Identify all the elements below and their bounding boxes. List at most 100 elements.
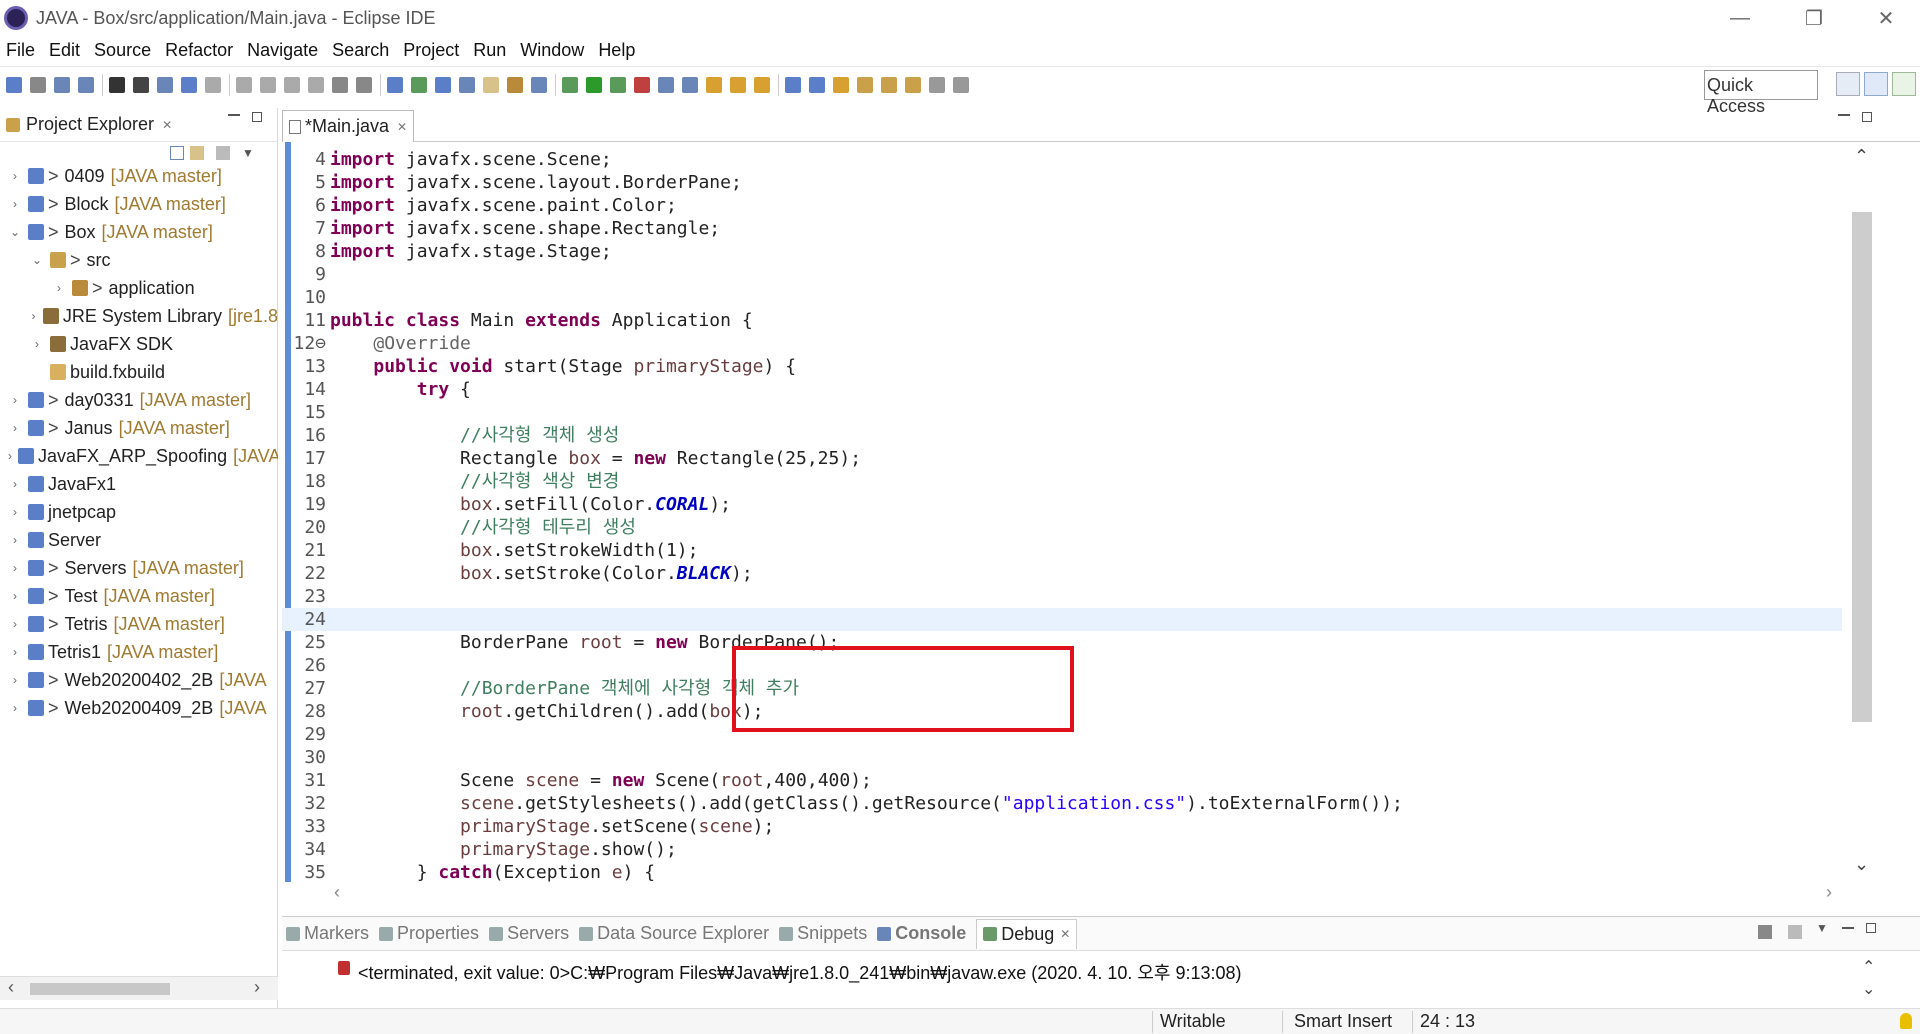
code-line[interactable]: 11 public class Main extends Application …: [282, 309, 1842, 332]
toolbar-button-icon[interactable]: [284, 76, 300, 93]
toolbar-button-icon[interactable]: [658, 76, 674, 93]
tree-item-javafx1[interactable]: › JavaFx1: [0, 470, 278, 498]
code-line[interactable]: 18 //사각형 색상 변경: [282, 470, 1842, 493]
code-line[interactable]: 4 import javafx.scene.Scene;: [282, 148, 1842, 171]
code-line[interactable]: 20 //사각형 테두리 생성: [282, 516, 1842, 539]
collapse-arrow-icon[interactable]: ›: [8, 393, 22, 407]
code-line[interactable]: 31 Scene scene = new Scene(root,400,400)…: [282, 769, 1842, 792]
close-icon[interactable]: ✕: [397, 120, 407, 134]
menu-search[interactable]: Search: [332, 40, 389, 61]
toolbar-button-icon[interactable]: [754, 76, 770, 93]
link-with-editor-icon[interactable]: [190, 146, 204, 160]
tab-snippets[interactable]: Snippets: [779, 923, 867, 944]
code-line[interactable]: 5 import javafx.scene.layout.BorderPane;: [282, 171, 1842, 194]
collapse-all-icon[interactable]: [170, 146, 184, 160]
minimize-view-icon[interactable]: [228, 114, 240, 116]
tree-item-jnetpcap[interactable]: › jnetpcap: [0, 498, 278, 526]
toolbar-button-icon[interactable]: [459, 76, 475, 93]
collapse-arrow-icon[interactable]: ›: [8, 197, 22, 211]
toolbar-button-icon[interactable]: [157, 76, 173, 93]
toolbar-button-icon[interactable]: [905, 76, 921, 93]
collapse-arrow-icon[interactable]: ›: [8, 617, 22, 631]
scroll-left-icon[interactable]: ‹: [334, 882, 340, 903]
minimize-view-icon[interactable]: [1842, 927, 1854, 929]
explorer-horizontal-scrollbar[interactable]: ‹ ›: [0, 976, 278, 1000]
close-icon[interactable]: ✕: [162, 118, 172, 132]
expand-arrow-icon[interactable]: ⌄: [30, 253, 44, 267]
menu-project[interactable]: Project: [403, 40, 459, 61]
menu-source[interactable]: Source: [94, 40, 151, 61]
collapse-arrow-icon[interactable]: ›: [8, 169, 22, 183]
code-line[interactable]: 33 primaryStage.setScene(scene);: [282, 815, 1842, 838]
toolbar-button-icon[interactable]: [857, 76, 873, 93]
toolbar-button-icon[interactable]: [634, 76, 650, 93]
java-perspective-icon[interactable]: [1864, 72, 1888, 96]
scroll-up-icon[interactable]: ⌃: [1862, 957, 1875, 977]
lightbulb-icon[interactable]: [1900, 1013, 1912, 1029]
code-editor[interactable]: 4 import javafx.scene.Scene; 5 import javaf…: [282, 142, 1892, 882]
code-line[interactable]: 16 //사각형 객체 생성: [282, 424, 1842, 447]
scrollbar-thumb[interactable]: [1852, 212, 1872, 722]
tree-item-server[interactable]: › Server: [0, 526, 278, 554]
tree-item-day0331[interactable]: › > day0331 [JAVA master]: [0, 386, 278, 414]
toolbar-button-icon[interactable]: [435, 76, 451, 93]
code-line[interactable]: 6 import javafx.scene.paint.Color;: [282, 194, 1842, 217]
tree-item-src[interactable]: ⌄ > src: [0, 246, 278, 274]
open-perspective-icon[interactable]: [1836, 72, 1860, 96]
code-line[interactable]: 14 try {: [282, 378, 1842, 401]
code-line[interactable]: 7 import javafx.scene.shape.Rectangle;: [282, 217, 1842, 240]
toolbar-button-icon[interactable]: [308, 76, 324, 93]
tree-item-jre-system-library[interactable]: › JRE System Library [jre1.8: [0, 302, 278, 330]
toolbar-button-icon[interactable]: [133, 76, 149, 93]
code-line[interactable]: 9: [282, 263, 1842, 286]
code-line[interactable]: 23: [282, 585, 1842, 608]
tree-item-javafx-sdk[interactable]: › JavaFX SDK: [0, 330, 278, 358]
collapse-arrow-icon[interactable]: ›: [52, 281, 66, 295]
toolbar-button-icon[interactable]: [30, 76, 46, 93]
tree-item-servers[interactable]: › > Servers [JAVA master]: [0, 554, 278, 582]
tree-item-application[interactable]: › > application: [0, 274, 278, 302]
code-line[interactable]: 21 box.setStrokeWidth(1);: [282, 539, 1842, 562]
menu-navigate[interactable]: Navigate: [247, 40, 318, 61]
code-line[interactable]: 12⊖ @Override: [282, 332, 1842, 355]
tree-item-box[interactable]: ⌄ > Box [JAVA master]: [0, 218, 278, 246]
collapse-arrow-icon[interactable]: ›: [30, 337, 44, 351]
editor-horizontal-scrollbar[interactable]: ‹ ›: [282, 882, 1846, 908]
toolbar-button-icon[interactable]: [6, 76, 22, 93]
tab-markers[interactable]: Markers: [286, 923, 369, 944]
toolbar-button-icon[interactable]: [706, 76, 722, 93]
code-line[interactable]: 8 import javafx.stage.Stage;: [282, 240, 1842, 263]
code-line[interactable]: 10: [282, 286, 1842, 309]
toolbar-button-icon[interactable]: [531, 76, 547, 93]
expand-arrow-icon[interactable]: ⌄: [8, 225, 22, 239]
toolbar-button-icon[interactable]: [610, 76, 626, 93]
filter-icon[interactable]: [216, 146, 230, 160]
close-button[interactable]: ✕: [1856, 0, 1916, 36]
menu-help[interactable]: Help: [598, 40, 635, 61]
collapse-arrow-icon[interactable]: ›: [8, 561, 22, 575]
view-toolbar-icon[interactable]: [1788, 925, 1802, 939]
collapse-arrow-icon[interactable]: ›: [8, 533, 22, 547]
toolbar-button-icon[interactable]: [785, 76, 801, 93]
scroll-down-icon[interactable]: ⌄: [1854, 854, 1869, 875]
toolbar-button-icon[interactable]: [205, 76, 221, 93]
collapse-arrow-icon[interactable]: ›: [8, 421, 22, 435]
tree-item-javafx-arp-spoofing[interactable]: › JavaFX_ARP_Spoofing [JAVA: [0, 442, 278, 470]
maximize-view-icon[interactable]: [1866, 923, 1876, 933]
tree-item-tetris1[interactable]: › Tetris1 [JAVA master]: [0, 638, 278, 666]
minimize-button[interactable]: —: [1710, 0, 1770, 36]
editor-vertical-scrollbar[interactable]: ⌃ ⌄: [1846, 142, 1874, 882]
menu-run[interactable]: Run: [473, 40, 506, 61]
view-menu-icon[interactable]: ▼: [242, 146, 254, 160]
code-line[interactable]: 19 box.setFill(Color.CORAL);: [282, 493, 1842, 516]
tree-item-0409[interactable]: › >0409 [JAVA master]: [0, 162, 278, 190]
code-line[interactable]: 24: [282, 608, 1842, 631]
restore-button[interactable]: ❐: [1784, 0, 1844, 36]
menu-file[interactable]: File: [6, 40, 35, 61]
toolbar-button-icon[interactable]: [507, 76, 523, 93]
toolbar-button-icon[interactable]: [730, 76, 746, 93]
minimize-editor-icon[interactable]: [1838, 114, 1850, 116]
project-explorer-title[interactable]: Project Explorer: [26, 114, 154, 135]
collapse-arrow-icon[interactable]: ›: [8, 477, 22, 491]
toolbar-button-icon[interactable]: [356, 76, 372, 93]
